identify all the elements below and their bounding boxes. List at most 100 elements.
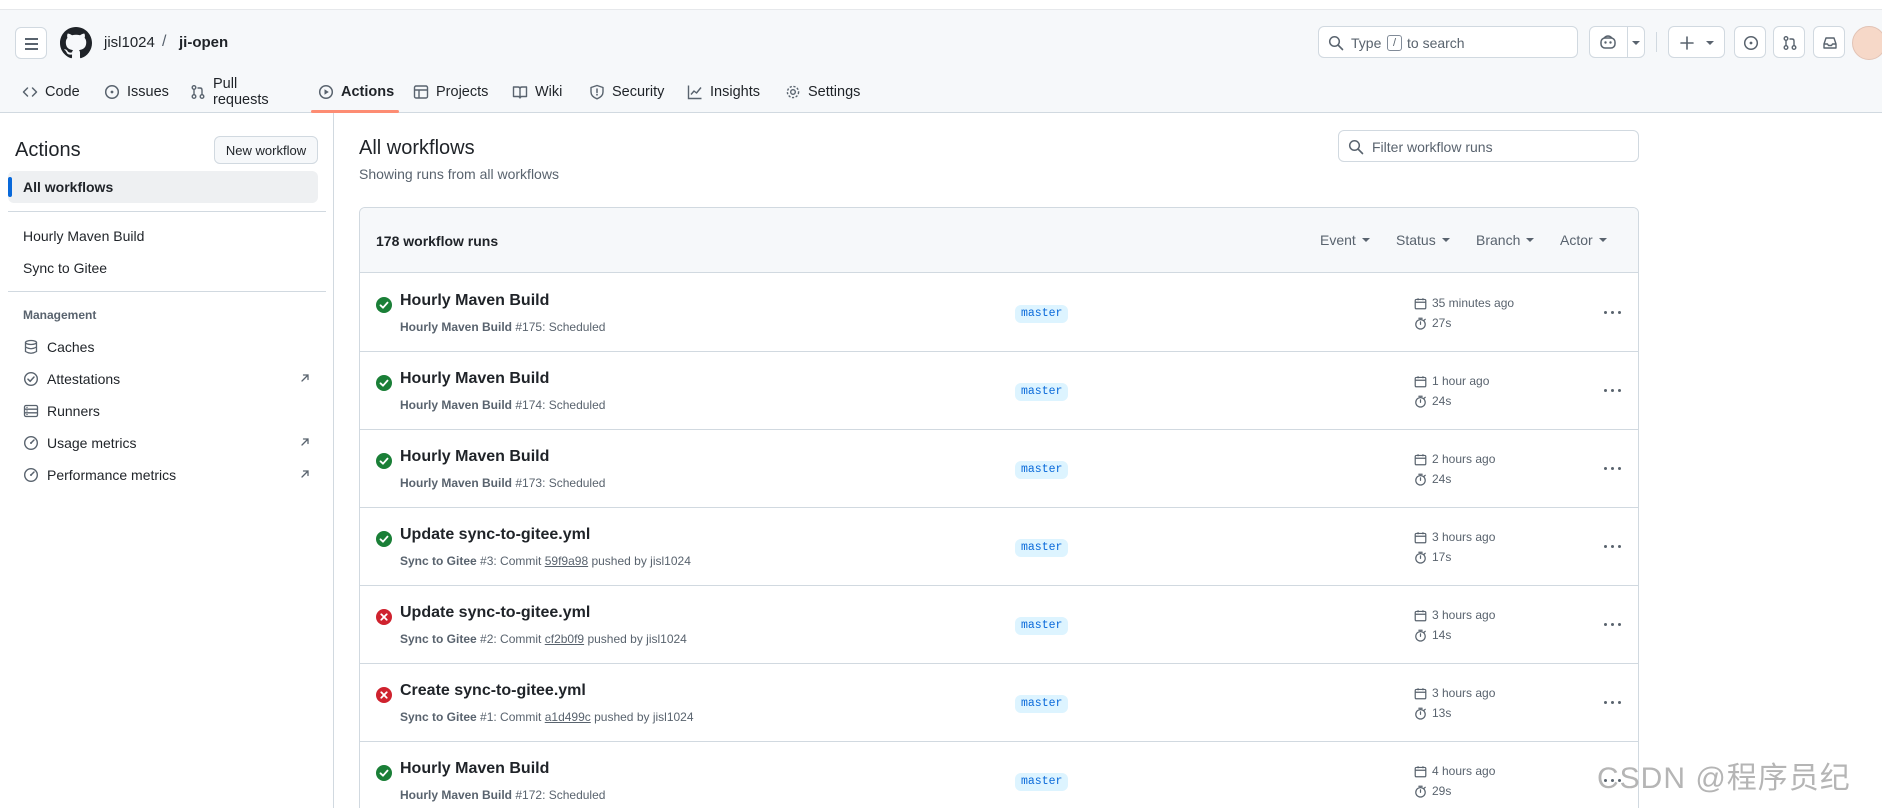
run-time-text: 35 minutes ago	[1432, 296, 1515, 310]
hamburger-menu-button[interactable]	[15, 27, 47, 59]
filter-label: Actor	[1560, 232, 1593, 248]
check-circle-icon	[379, 457, 389, 465]
sidebar-item-all-workflows[interactable]: All workflows	[8, 171, 318, 203]
user-avatar[interactable]	[1852, 26, 1882, 60]
status-filter-dropdown[interactable]: Status	[1396, 232, 1450, 248]
workflow-run-row[interactable]: Hourly Maven Build Hourly Maven Build #17…	[360, 430, 1638, 508]
sidebar-item-sync-to-gitee[interactable]: Sync to Gitee	[8, 252, 318, 284]
sidebar-item-performance-metrics[interactable]: Performance metrics	[8, 459, 318, 491]
run-timestamp: 35 minutes ago	[1414, 296, 1514, 310]
tab-label: Code	[45, 83, 80, 100]
global-search-input[interactable]: Type / to search	[1318, 26, 1578, 58]
tab-wiki[interactable]: Wiki	[512, 70, 562, 113]
run-duration-text: 14s	[1432, 628, 1452, 642]
new-workflow-button[interactable]: New workflow	[214, 136, 318, 164]
workflow-run-row[interactable]: Hourly Maven Build Hourly Maven Build #17…	[360, 274, 1638, 352]
kebab-menu-icon[interactable]	[1602, 304, 1624, 320]
run-detail: : Scheduled	[542, 788, 606, 802]
workflow-run-row[interactable]: Hourly Maven Build Hourly Maven Build #17…	[360, 352, 1638, 430]
tab-label: Issues	[127, 83, 169, 100]
kebab-menu-icon[interactable]	[1602, 460, 1624, 476]
tab-actions[interactable]: Actions	[318, 70, 394, 113]
run-duration: 24s	[1414, 394, 1451, 408]
run-title-link[interactable]: Hourly Maven Build	[400, 370, 549, 388]
run-status-failure	[376, 609, 392, 625]
tab-code[interactable]: Code	[22, 70, 80, 113]
event-filter-dropdown[interactable]: Event	[1320, 232, 1370, 248]
sidebar-item-runners[interactable]: Runners	[8, 395, 318, 427]
run-title-link[interactable]: Update sync-to-gitee.yml	[400, 526, 590, 544]
run-title-link[interactable]: Hourly Maven Build	[400, 292, 549, 310]
table-icon	[413, 84, 429, 99]
run-status-success	[376, 297, 392, 313]
tab-insights[interactable]: Insights	[687, 70, 760, 113]
copilot-button[interactable]	[1589, 26, 1645, 58]
issue-icon	[1743, 35, 1759, 51]
branch-badge[interactable]: master	[1015, 305, 1069, 323]
run-detail: : Commit	[493, 710, 545, 724]
filter-workflow-runs-input[interactable]: Filter workflow runs	[1338, 130, 1639, 162]
run-number: #1	[480, 710, 494, 724]
kebab-dot	[1604, 389, 1607, 392]
issues-button[interactable]	[1734, 26, 1766, 58]
run-timestamp: 4 hours ago	[1414, 764, 1495, 778]
pull-requests-button[interactable]	[1773, 26, 1805, 58]
tab-label: Security	[612, 83, 665, 100]
run-number: #3	[480, 554, 494, 568]
sidebar-item-attestations[interactable]: Attestations	[8, 363, 318, 395]
kebab-dot	[1618, 311, 1621, 314]
github-logo-icon[interactable]	[60, 27, 92, 59]
book-icon	[512, 85, 528, 99]
run-title-link[interactable]: Hourly Maven Build	[400, 760, 549, 778]
breadcrumb-owner-link[interactable]: jisl1024	[104, 34, 155, 51]
tab-pull-requests[interactable]: Pull requests	[190, 70, 269, 113]
x-circle-icon	[380, 613, 388, 621]
sidebar-item-usage-metrics[interactable]: Usage metrics	[8, 427, 318, 459]
run-status-failure	[376, 687, 392, 703]
stopwatch-icon	[1415, 395, 1426, 408]
kebab-dot	[1618, 701, 1621, 704]
run-number: #2	[480, 632, 494, 646]
kebab-menu-icon[interactable]	[1602, 538, 1624, 554]
run-time-text: 4 hours ago	[1432, 764, 1496, 778]
tab-projects[interactable]: Projects	[413, 70, 488, 113]
shield-icon	[590, 84, 604, 99]
branch-badge[interactable]: master	[1015, 461, 1069, 479]
run-title-link[interactable]: Update sync-to-gitee.yml	[400, 604, 590, 622]
run-title-link[interactable]: Create sync-to-gitee.yml	[400, 682, 586, 700]
chevron-down-icon	[1706, 41, 1714, 45]
actor-filter-dropdown[interactable]: Actor	[1560, 232, 1607, 248]
commit-sha-link[interactable]: a1d499c	[545, 710, 591, 724]
workflow-run-row[interactable]: Hourly Maven Build Hourly Maven Build #17…	[360, 742, 1638, 808]
sidebar-item-label: Performance metrics	[47, 467, 177, 483]
kebab-menu-icon[interactable]	[1602, 694, 1624, 710]
workflow-run-row[interactable]: Update sync-to-gitee.yml Sync to Gitee #3…	[360, 508, 1638, 586]
create-new-button[interactable]	[1668, 26, 1725, 58]
kebab-menu-icon[interactable]	[1602, 382, 1624, 398]
commit-sha-link[interactable]: cf2b0f9	[545, 632, 584, 646]
branch-filter-dropdown[interactable]: Branch	[1476, 232, 1535, 248]
breadcrumb-repo-link[interactable]: ji-open	[179, 34, 228, 51]
tab-security[interactable]: Security	[589, 70, 664, 113]
database-icon	[24, 339, 38, 354]
watermark: CSDN @程序员纪	[1597, 762, 1851, 795]
verified-icon	[23, 371, 39, 387]
run-timestamp: 3 hours ago	[1414, 530, 1495, 544]
workflow-run-row[interactable]: Create sync-to-gitee.yml Sync to Gitee #1…	[360, 664, 1638, 742]
sidebar-item-hourly-maven-build[interactable]: Hourly Maven Build	[8, 220, 318, 252]
caret-down-icon	[1598, 238, 1607, 242]
branch-badge[interactable]: master	[1015, 539, 1069, 557]
run-title-link[interactable]: Hourly Maven Build	[400, 448, 549, 466]
inbox-button[interactable]	[1813, 26, 1845, 58]
commit-sha-link[interactable]: 59f9a98	[545, 554, 588, 568]
tab-issues[interactable]: Issues	[104, 70, 169, 113]
sidebar-item-caches[interactable]: Caches	[8, 331, 318, 363]
kebab-menu-icon[interactable]	[1602, 616, 1624, 632]
branch-badge[interactable]: master	[1015, 773, 1069, 791]
chevron-down-icon[interactable]	[1631, 40, 1641, 46]
branch-badge[interactable]: master	[1015, 383, 1069, 401]
branch-badge[interactable]: master	[1015, 695, 1069, 713]
workflow-run-row[interactable]: Update sync-to-gitee.yml Sync to Gitee #2…	[360, 586, 1638, 664]
branch-badge[interactable]: master	[1015, 617, 1069, 635]
tab-settings[interactable]: Settings	[785, 70, 860, 113]
